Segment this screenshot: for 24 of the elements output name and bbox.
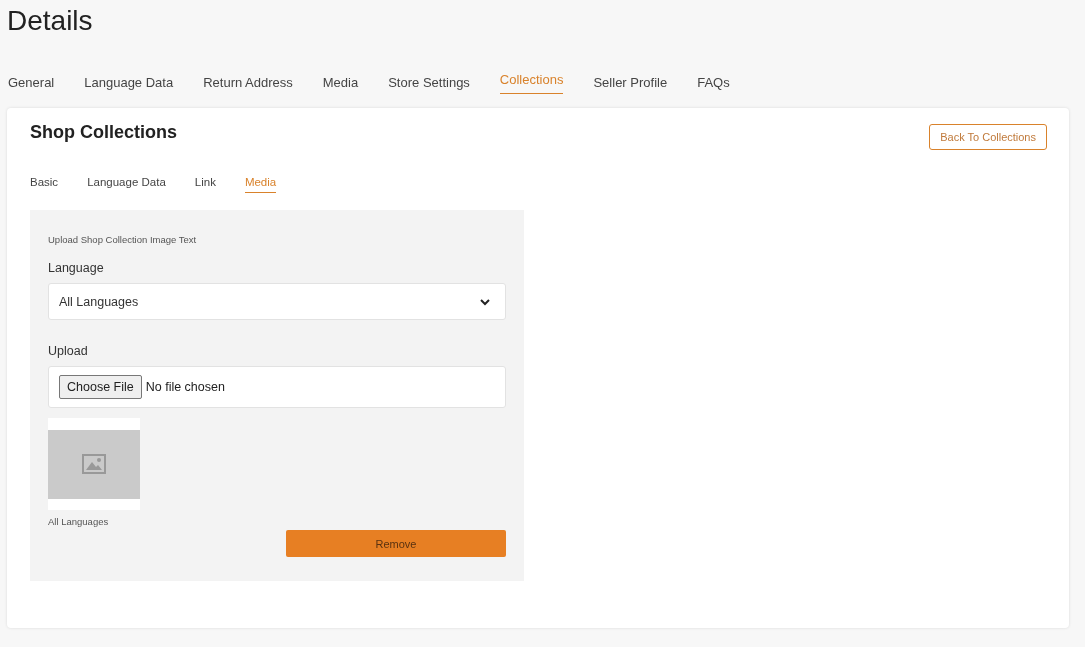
back-button[interactable]: Back To Collections	[929, 124, 1047, 150]
tab[interactable]: Language Data	[84, 72, 174, 92]
card-title: Shop Collections	[30, 122, 177, 143]
sub-tab[interactable]: Basic	[30, 176, 59, 188]
thumbnail-caption: All Languages	[48, 516, 109, 527]
tab[interactable]: Store Settings	[388, 72, 470, 92]
field-label: Language	[48, 261, 105, 275]
page-title: Details	[7, 4, 94, 38]
file-status: No file chosen	[145, 380, 225, 394]
tab[interactable]: FAQs	[697, 72, 730, 92]
remove-button[interactable]: Remove	[286, 530, 506, 557]
language-select[interactable]: All Languages	[48, 283, 506, 320]
sub-tab[interactable]: Language Data	[87, 176, 166, 188]
image-icon	[82, 454, 106, 474]
sub-tab[interactable]: Link	[194, 176, 216, 188]
form-heading: Upload Shop Collection Image Text	[48, 234, 198, 245]
file-input[interactable]: Choose File No file chosen	[48, 366, 506, 408]
tab[interactable]: Seller Profile	[593, 72, 668, 92]
tab[interactable]: Media	[322, 72, 359, 92]
chevron-down-icon	[479, 297, 491, 306]
tab[interactable]: Return Address	[203, 72, 293, 92]
choose-file-button[interactable]: Choose File	[59, 375, 142, 399]
tab[interactable]: General	[8, 72, 55, 92]
field-label: Upload	[48, 344, 89, 358]
